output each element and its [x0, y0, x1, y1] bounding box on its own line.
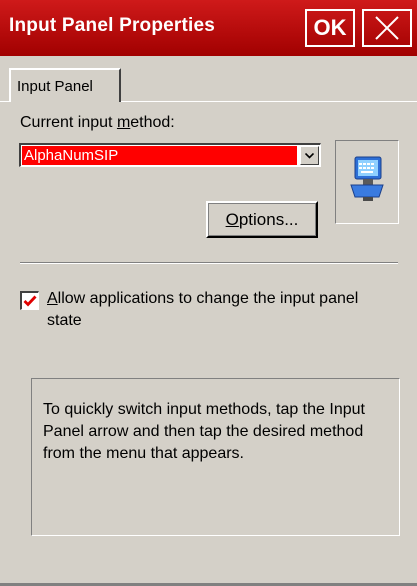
tab-strip-edge — [121, 101, 417, 102]
info-box: To quickly switch input methods, tap the… — [31, 378, 400, 536]
input-method-selected-value: AlphaNumSIP — [22, 146, 297, 165]
options-button[interactable]: Options... — [206, 201, 318, 238]
allow-change-label[interactable]: Allow applications to change the input p… — [47, 288, 387, 332]
input-method-select[interactable]: AlphaNumSIP — [19, 143, 321, 167]
title-bar: Input Panel Properties OK — [0, 0, 417, 56]
input-method-label-start: Current input — [20, 114, 117, 131]
tab-label: Input Panel — [17, 77, 93, 95]
chevron-down-icon — [305, 152, 314, 159]
options-label: ptions... — [238, 209, 299, 229]
dropdown-button[interactable] — [300, 146, 319, 165]
ok-button[interactable]: OK — [305, 9, 355, 47]
allow-change-checkbox[interactable] — [20, 291, 39, 310]
input-method-label-end: ethod: — [130, 114, 175, 131]
options-mnemonic: O — [225, 209, 239, 229]
window-title: Input Panel Properties — [9, 15, 216, 36]
input-method-label: Current input method: — [20, 114, 175, 132]
allow-change-text: llow applications to change the input pa… — [47, 290, 359, 329]
tab-input-panel[interactable]: Input Panel — [9, 68, 121, 102]
allow-change-mnemonic: A — [47, 290, 58, 307]
tab-strip-edge-left — [0, 101, 9, 102]
input-method-label-mnemonic: m — [116, 114, 131, 131]
close-button[interactable] — [362, 9, 412, 47]
check-mark-icon — [23, 295, 37, 307]
divider — [20, 262, 398, 264]
input-method-preview — [335, 140, 399, 224]
keyboard-computer-icon — [350, 156, 384, 201]
close-icon — [375, 16, 399, 40]
info-text: To quickly switch input methods, tap the… — [43, 401, 365, 462]
